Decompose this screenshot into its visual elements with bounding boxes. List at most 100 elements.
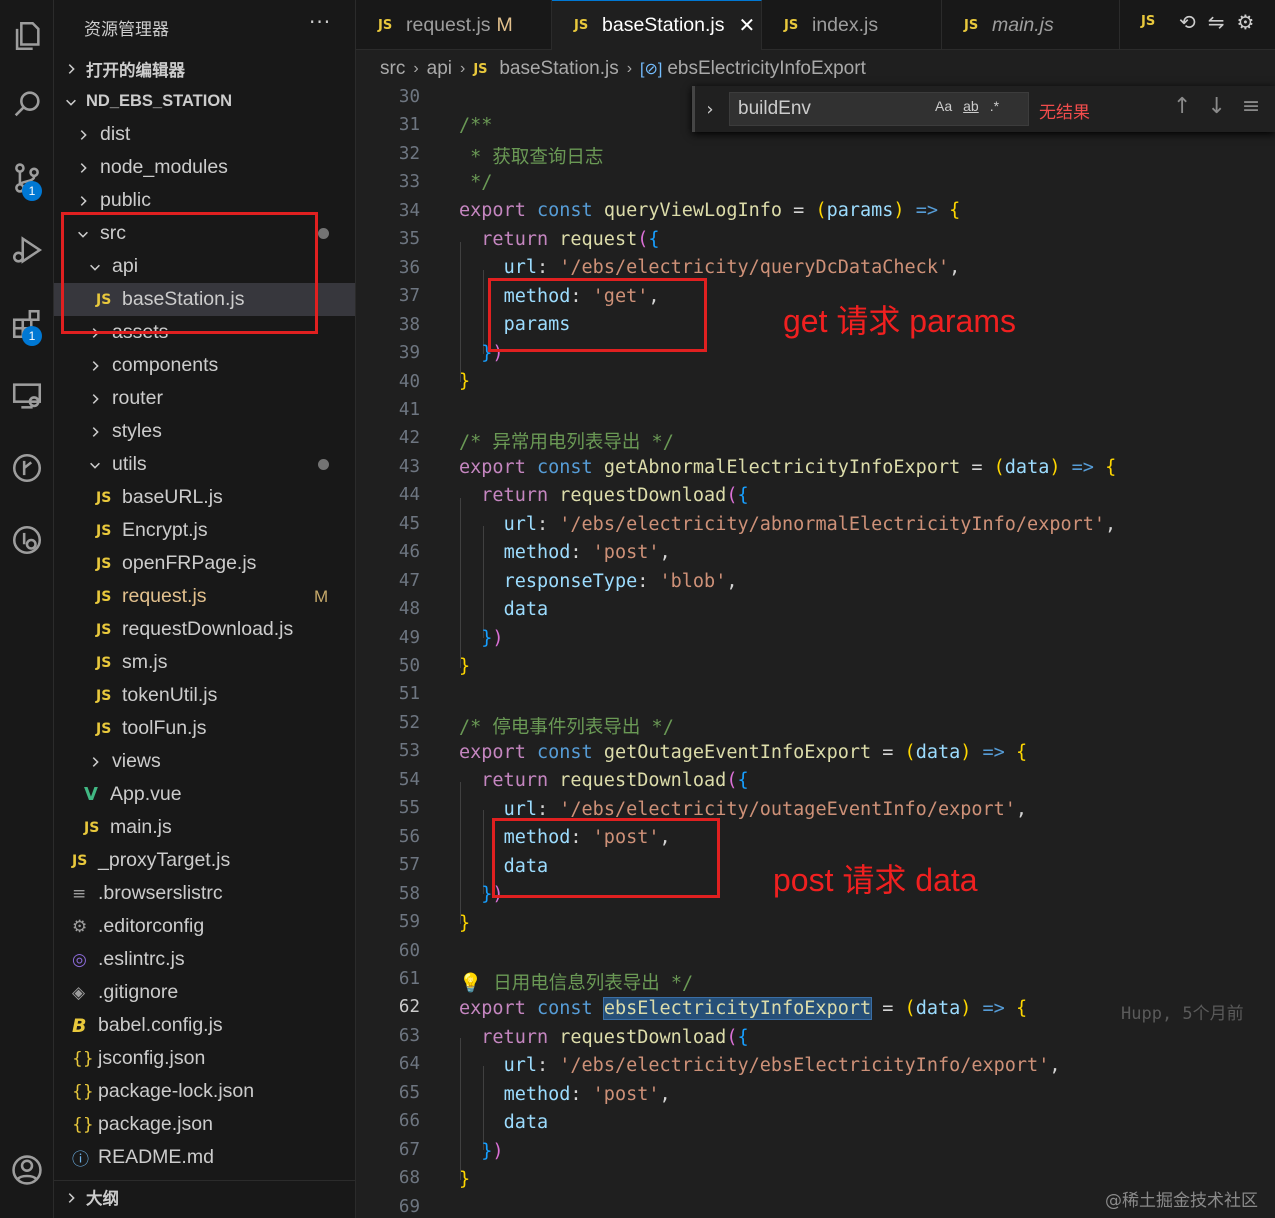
modified-dot-icon bbox=[318, 228, 329, 239]
compare-icon[interactable]: ⇋ bbox=[1208, 10, 1225, 34]
chevron-down-icon bbox=[60, 91, 82, 112]
project-section[interactable]: ND_EBS_STATION bbox=[54, 85, 355, 118]
chevron-down-icon bbox=[84, 454, 106, 475]
account-icon[interactable] bbox=[0, 1146, 54, 1194]
code-line: } bbox=[459, 1169, 471, 1190]
tree-item[interactable]: {} jsconfig.json bbox=[54, 1042, 355, 1075]
line-number: 53 bbox=[398, 741, 420, 762]
section-label: 打开的编辑器 bbox=[86, 61, 185, 80]
code-line: return requestDownload({ bbox=[481, 770, 749, 791]
tab-main-js[interactable]: JS main.js bbox=[942, 0, 1120, 50]
arrow-down-icon[interactable]: ↓ bbox=[1207, 94, 1225, 119]
code-line: * 获取查询日志 bbox=[459, 147, 604, 168]
tab-basestation-js[interactable]: JS baseStation.js ✕ bbox=[552, 0, 762, 50]
line-number: 30 bbox=[398, 87, 420, 107]
tree-item-label: babel.config.js bbox=[98, 1014, 223, 1036]
line-number: 62 bbox=[398, 997, 420, 1018]
tree-item[interactable]: ◎ .eslintrc.js bbox=[54, 943, 355, 976]
toggle-replace-icon[interactable]: › bbox=[695, 99, 725, 120]
tree-item-label: .editorconfig bbox=[98, 915, 205, 937]
tree-item-label: utils bbox=[112, 453, 147, 475]
tree-item[interactable]: V App.vue bbox=[54, 778, 355, 811]
code-line: export const getAbnormalElectricityInfoE… bbox=[459, 457, 1117, 478]
tab-request-js[interactable]: JS request.js M bbox=[356, 0, 552, 50]
tab-index-js[interactable]: JS index.js bbox=[762, 0, 942, 50]
tree-item-label: node_modules bbox=[100, 156, 228, 178]
scm-badge: 1 bbox=[22, 181, 42, 201]
tree-item[interactable]: utils bbox=[54, 448, 355, 481]
arrow-up-icon[interactable]: ↑ bbox=[1173, 94, 1191, 119]
remote-explorer-icon[interactable] bbox=[0, 372, 54, 420]
tree-item[interactable]: JS _proxyTarget.js bbox=[54, 844, 355, 877]
tree-item[interactable]: {} package.json bbox=[54, 1108, 355, 1141]
lightbulb-icon[interactable]: 💡 bbox=[459, 973, 482, 994]
whole-word-icon[interactable]: ab bbox=[963, 98, 979, 114]
git-blame-annotation: Hupp, 5个月前 bbox=[1121, 1004, 1244, 1024]
tree-item-label: jsconfig.json bbox=[98, 1047, 206, 1069]
code-line: } bbox=[459, 371, 471, 392]
more-actions-icon[interactable]: ··· bbox=[309, 10, 331, 34]
tree-item[interactable]: JS tokenUtil.js bbox=[54, 679, 355, 712]
chevron-right-icon: › bbox=[413, 60, 419, 77]
tree-item[interactable]: ≡ .browserslistrc bbox=[54, 877, 355, 910]
breadcrumb-src[interactable]: src bbox=[380, 58, 405, 80]
search-icon[interactable] bbox=[0, 80, 54, 128]
outline-section[interactable]: 大纲 bbox=[54, 1180, 355, 1213]
menu-icon[interactable]: ≡ bbox=[1242, 94, 1260, 119]
tree-item-label: router bbox=[112, 387, 163, 409]
code-line: } bbox=[459, 913, 471, 934]
tree-item[interactable]: JS toolFun.js bbox=[54, 712, 355, 745]
explorer-icon[interactable] bbox=[0, 12, 54, 60]
tree-item[interactable]: components bbox=[54, 349, 355, 382]
tree-item[interactable]: JS Encrypt.js bbox=[54, 514, 355, 547]
breadcrumb-api[interactable]: api bbox=[427, 58, 452, 80]
git-history-icon[interactable] bbox=[0, 516, 54, 564]
tree-item[interactable]: JS request.js M bbox=[54, 580, 355, 613]
tree-item[interactable]: router bbox=[54, 382, 355, 415]
git-modified-badge: M bbox=[314, 586, 329, 606]
find-widget: › buildEnv Aa ab .* 无结果 ↑ ↓ ≡ bbox=[692, 86, 1275, 132]
tree-item-label: styles bbox=[112, 420, 162, 442]
chevron-right-icon bbox=[60, 1187, 82, 1208]
tree-item-label: _proxyTarget.js bbox=[98, 849, 231, 871]
code-editor[interactable]: 30 31 32 33 34 35 36 37 38 39 40 41 42 43 44 45 46 47 48 49… bbox=[356, 84, 1275, 1218]
chevron-right-icon: › bbox=[460, 60, 466, 77]
tree-item[interactable]: Bbabel.config.js bbox=[54, 1009, 355, 1042]
tree-item[interactable]: ⚙ .editorconfig bbox=[54, 910, 355, 943]
timeline-icon[interactable]: ⟲ bbox=[1179, 10, 1196, 34]
chevron-right-icon bbox=[72, 190, 94, 211]
line-number: 31 bbox=[398, 115, 420, 136]
tree-item[interactable]: ◈ .gitignore bbox=[54, 976, 355, 1009]
line-number: 42 bbox=[398, 428, 420, 449]
line-number: 63 bbox=[398, 1025, 420, 1046]
line-number: 56 bbox=[398, 826, 420, 847]
tree-item[interactable]: JS baseURL.js bbox=[54, 481, 355, 514]
breadcrumb-file[interactable]: baseStation.js bbox=[499, 58, 618, 80]
tree-item[interactable]: views bbox=[54, 745, 355, 778]
section-label: 大纲 bbox=[86, 1190, 119, 1208]
match-case-icon[interactable]: Aa bbox=[935, 98, 952, 114]
breadcrumb-symbol[interactable]: ebsElectricityInfoExport bbox=[667, 58, 866, 80]
close-icon[interactable]: ✕ bbox=[739, 13, 756, 38]
tree-item[interactable]: JS main.js bbox=[54, 811, 355, 844]
tree-item[interactable]: JS requestDownload.js bbox=[54, 613, 355, 646]
tree-item[interactable]: JS openFRPage.js bbox=[54, 547, 355, 580]
line-number: 50 bbox=[398, 656, 420, 676]
tree-item[interactable]: JS sm.js bbox=[54, 646, 355, 679]
open-editors-section[interactable]: 打开的编辑器 bbox=[54, 52, 355, 85]
line-number: 43 bbox=[398, 456, 420, 477]
tree-item[interactable]: ⓘ README.md bbox=[54, 1141, 355, 1174]
tree-item[interactable]: styles bbox=[54, 415, 355, 448]
tree-item[interactable]: {} package-lock.json bbox=[54, 1075, 355, 1108]
git-graph-icon[interactable] bbox=[0, 444, 54, 492]
watermark: @稀土掘金技术社区 bbox=[1105, 1191, 1258, 1211]
tree-item[interactable]: dist bbox=[54, 118, 355, 151]
run-debug-icon[interactable] bbox=[0, 226, 54, 274]
split-editor-icon[interactable]: ⚙ bbox=[1237, 10, 1255, 34]
js-file-icon: JS bbox=[96, 489, 112, 506]
breadcrumb: src › api › JS baseStation.js › [⊘] ebsE… bbox=[380, 56, 866, 82]
js-file-icon: JS bbox=[784, 17, 799, 33]
tree-item-label: openFRPage.js bbox=[122, 552, 257, 574]
tree-item[interactable]: node_modules bbox=[54, 151, 355, 184]
regex-icon[interactable]: .* bbox=[990, 98, 999, 114]
